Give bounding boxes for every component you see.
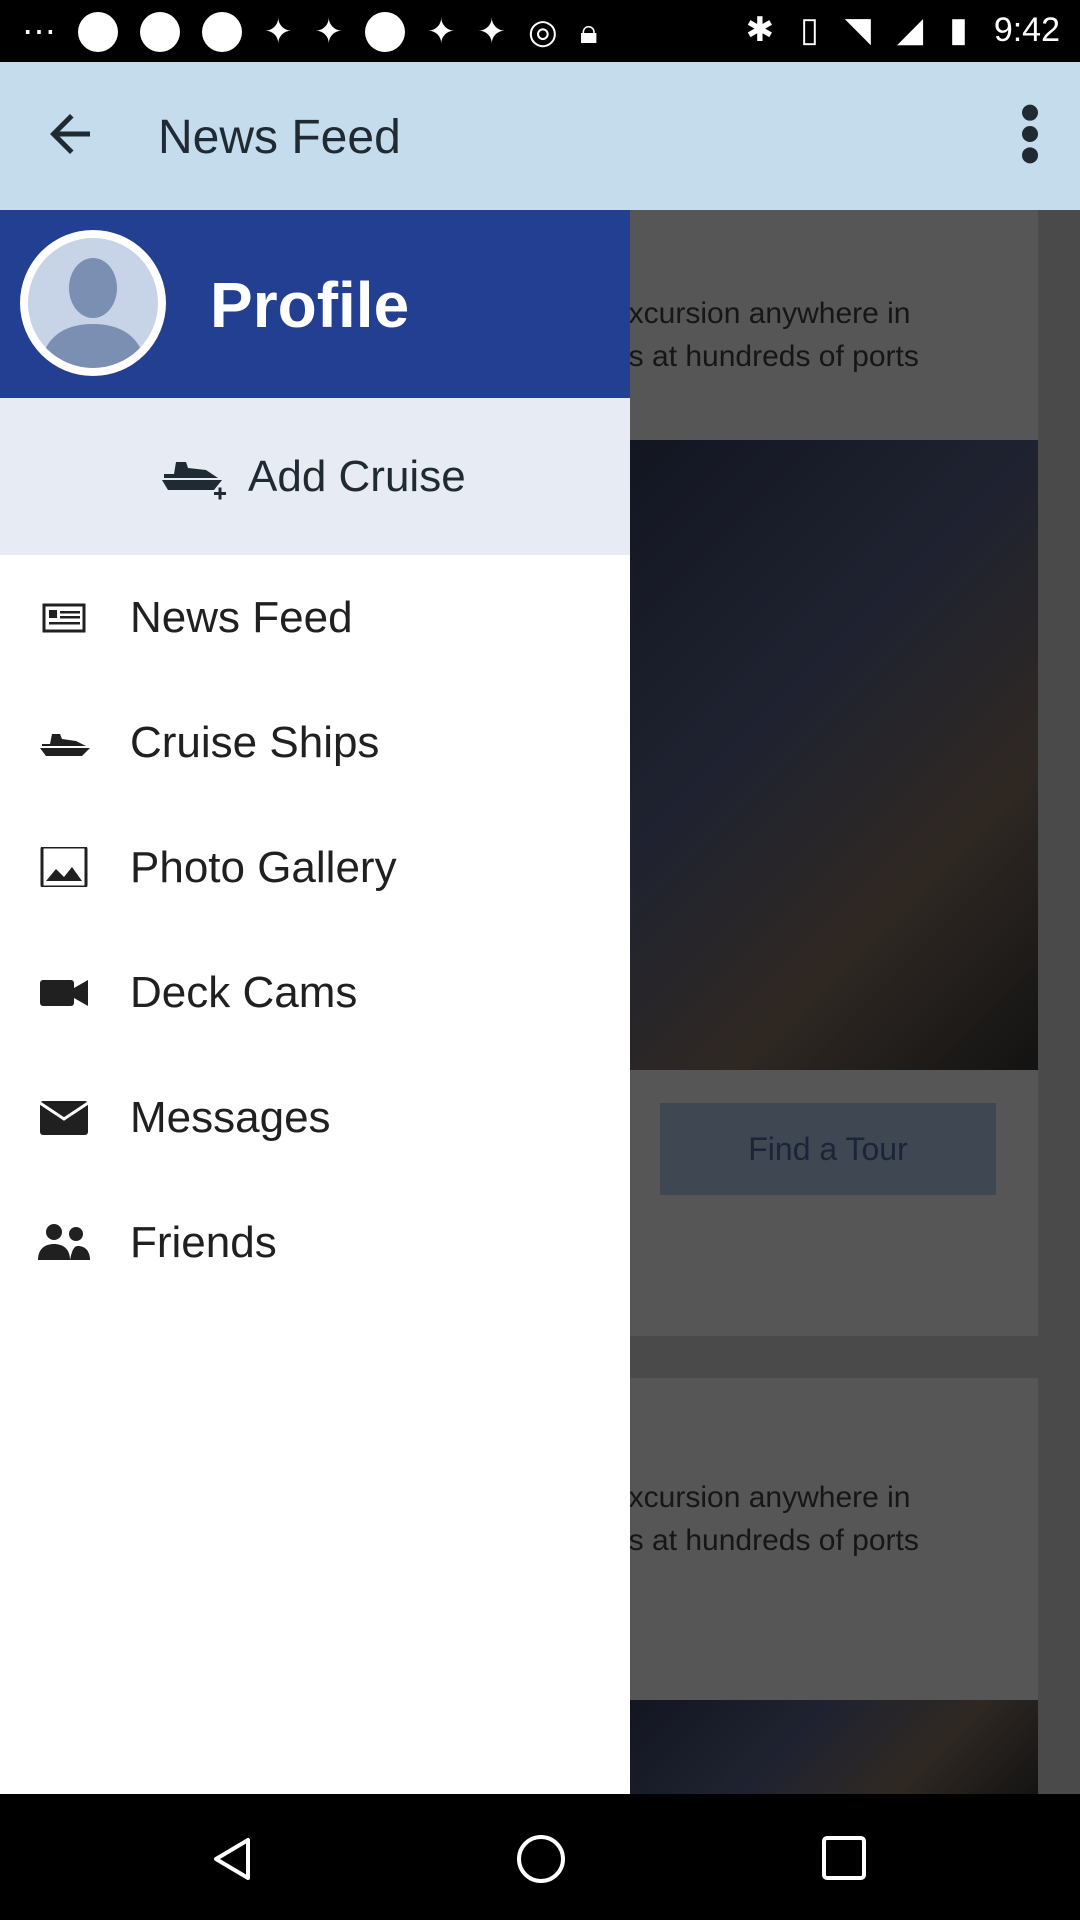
back-arrow-icon[interactable] — [40, 104, 100, 164]
add-cruise-label: Add Cruise — [248, 452, 466, 501]
system-navigation-bar — [0, 1794, 1080, 1920]
more-notifications-icon: ⋯ — [22, 13, 56, 51]
app-notification-icon — [202, 12, 242, 52]
drawer-item-label: Friends — [130, 1218, 277, 1267]
add-cruise-icon — [162, 462, 226, 500]
mail-icon — [39, 1101, 89, 1135]
person-silhouette-icon — [40, 258, 146, 368]
drawer-item-label: Deck Cams — [130, 968, 358, 1017]
notification-icon: ✦ — [477, 13, 507, 51]
status-bar: ⋯ ✦ ✦ ✦ ✦ ◎ 🔒︎ ✱ ▯ ◥ ◢ ▮ 9:42 — [0, 0, 1080, 62]
drawer-item-label: Photo Gallery — [130, 843, 397, 892]
profile-name: Profile — [210, 269, 410, 341]
people-icon — [38, 1224, 90, 1260]
signal-icon: ◢ — [896, 11, 924, 49]
back-nav-icon[interactable] — [208, 1834, 258, 1884]
drawer-item-label: Cruise Ships — [130, 718, 380, 767]
system-icons: ✱ ▯ ◥ ◢ ▮ 9:42 — [746, 10, 1060, 50]
overflow-menu-icon[interactable] — [1018, 102, 1042, 166]
drawer-item-cruise-ships[interactable]: Cruise Ships — [0, 680, 630, 805]
page-title: News Feed — [158, 111, 401, 164]
app-notification-icon — [140, 12, 180, 52]
recents-nav-icon[interactable] — [820, 1834, 868, 1882]
app-bar: News Feed — [0, 62, 1080, 210]
notification-icon: ✦ — [314, 13, 344, 51]
notification-icons: ⋯ ✦ ✦ ✦ ✦ ◎ 🔒︎ — [22, 12, 598, 52]
videocam-icon — [40, 980, 88, 1006]
notification-icon: ✦ — [427, 13, 456, 51]
app-notification-icon — [78, 12, 118, 52]
drawer-menu: News Feed Cruise Ships Photo Gallery Dec… — [0, 555, 630, 1305]
home-nav-icon[interactable] — [514, 1832, 568, 1886]
notification-icon: ✦ — [264, 13, 293, 51]
ship-icon — [40, 734, 90, 756]
drawer-item-friends[interactable]: Friends — [0, 1180, 630, 1305]
add-cruise-button[interactable]: Add Cruise — [0, 398, 630, 555]
drawer-item-messages[interactable]: Messages — [0, 1055, 630, 1180]
drawer-item-news-feed[interactable]: News Feed — [0, 555, 630, 680]
drawer-item-photo-gallery[interactable]: Photo Gallery — [0, 805, 630, 930]
drawer-item-label: Messages — [130, 1093, 331, 1142]
lock-icon: 🔒︎ — [579, 13, 598, 51]
data-saver-icon: ◎ — [528, 13, 558, 51]
navigation-drawer: Profile Add Cruise News Feed Cruise Ship… — [0, 210, 630, 1794]
wifi-icon: ◥ — [844, 11, 871, 49]
clock: 9:42 — [993, 10, 1060, 49]
drawer-item-deck-cams[interactable]: Deck Cams — [0, 930, 630, 1055]
news-icon — [42, 603, 86, 633]
vibrate-icon: ▯ — [800, 11, 819, 49]
image-icon — [40, 847, 88, 887]
bluetooth-icon: ✱ — [745, 11, 775, 49]
avatar[interactable] — [20, 230, 166, 376]
profile-header[interactable]: Profile — [0, 210, 630, 398]
app-notification-icon — [365, 12, 405, 52]
battery-icon: ▮ — [949, 11, 968, 49]
drawer-item-label: News Feed — [130, 593, 353, 642]
